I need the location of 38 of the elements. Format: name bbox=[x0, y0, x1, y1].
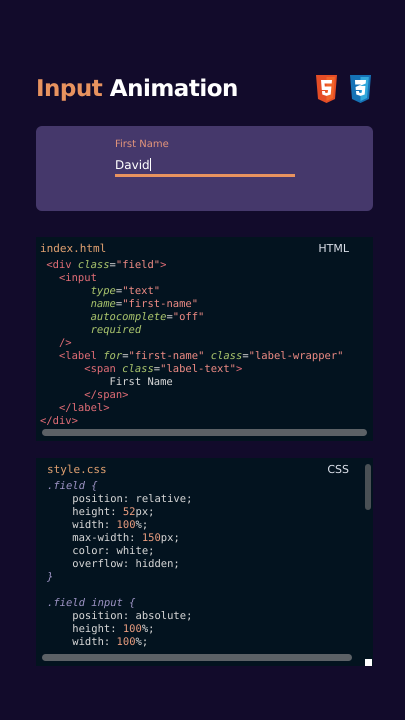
code-line: max-width: 150px; bbox=[71, 532, 180, 545]
code-line: <div class="field"> bbox=[45, 259, 166, 272]
language-label: HTML bbox=[318, 242, 349, 255]
code-line: type="text" bbox=[90, 285, 160, 298]
code-line: .field input { bbox=[47, 597, 136, 610]
resize-corner bbox=[365, 659, 372, 666]
code-line: </div> bbox=[40, 415, 78, 428]
code-line: First Name bbox=[108, 376, 173, 389]
file-name: style.css bbox=[47, 463, 107, 476]
code-line: .field { bbox=[47, 480, 98, 493]
page-title: Input Animation bbox=[36, 76, 238, 102]
css3-logo-icon bbox=[348, 75, 373, 103]
code-line: width: 100%; bbox=[71, 519, 148, 532]
code-line: </label> bbox=[58, 402, 110, 415]
scrollbar[interactable] bbox=[42, 654, 352, 661]
code-line: position: relative; bbox=[71, 493, 192, 506]
code-line: position: absolute; bbox=[71, 610, 192, 623]
code-line: required bbox=[90, 324, 142, 337]
scrollbar[interactable] bbox=[42, 429, 367, 436]
code-line: } bbox=[47, 571, 54, 584]
code-line: </span> bbox=[83, 389, 129, 402]
code-line: color: white; bbox=[71, 545, 154, 558]
code-line: autocomplete="off" bbox=[90, 311, 204, 324]
text-input-field[interactable]: David bbox=[115, 155, 295, 177]
code-line: <input bbox=[58, 272, 97, 285]
code-line: <span class="label-text"> bbox=[83, 363, 242, 376]
language-label: CSS bbox=[327, 463, 349, 476]
code-line: overflow: hidden; bbox=[71, 558, 180, 571]
code-line: height: 52px; bbox=[71, 506, 154, 519]
code-line: /> bbox=[58, 337, 72, 350]
file-name: index.html bbox=[40, 242, 106, 255]
scrollbar[interactable] bbox=[365, 464, 371, 510]
code-line: name="first-name" bbox=[90, 298, 198, 311]
code-line: <label for="first-name" class="label-wrapper" bbox=[58, 350, 344, 363]
code-line: height: 100%; bbox=[71, 623, 154, 636]
field-label: First Name bbox=[115, 139, 170, 150]
html5-logo-icon bbox=[314, 75, 339, 103]
code-line: width: 100%; bbox=[71, 636, 148, 649]
